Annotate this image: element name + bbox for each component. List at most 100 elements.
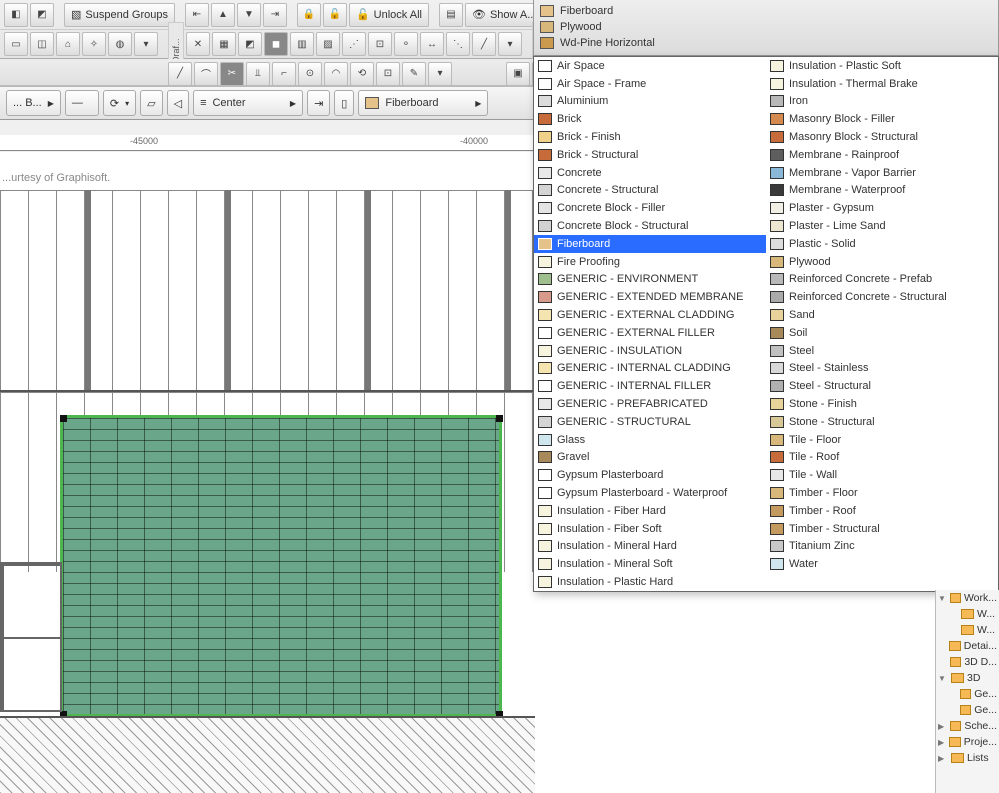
- material-item[interactable]: Insulation - Thermal Brake: [766, 75, 998, 93]
- material-item[interactable]: Iron: [766, 93, 998, 111]
- tool-icon[interactable]: ⚬: [394, 32, 418, 56]
- material-item[interactable]: Masonry Block - Filler: [766, 110, 998, 128]
- material-item[interactable]: GENERIC - INTERNAL CLADDING: [534, 360, 766, 378]
- navigator-item[interactable]: W...: [936, 622, 999, 638]
- tool-icon[interactable]: ▭: [4, 32, 28, 56]
- tool-icon[interactable]: ◼: [264, 32, 288, 56]
- selected-wall[interactable]: [63, 418, 499, 714]
- material-item[interactable]: Titanium Zinc: [766, 538, 998, 556]
- material-item[interactable]: Concrete - Structural: [534, 182, 766, 200]
- chevron-down-icon[interactable]: ▾: [498, 32, 522, 56]
- selection-handle[interactable]: [496, 415, 503, 422]
- material-item[interactable]: GENERIC - EXTERNAL FILLER: [534, 324, 766, 342]
- tool-icon[interactable]: ◠: [324, 62, 348, 86]
- snap-icon[interactable]: ✕: [186, 32, 210, 56]
- material-item[interactable]: Aluminium: [534, 93, 766, 111]
- material-item[interactable]: GENERIC - EXTENDED MEMBRANE: [534, 288, 766, 306]
- material-item[interactable]: Stone - Finish: [766, 395, 998, 413]
- material-item[interactable]: Plaster - Lime Sand: [766, 217, 998, 235]
- tool-icon[interactable]: ▥: [290, 32, 314, 56]
- material-item[interactable]: Gypsum Plasterboard - Waterproof: [534, 484, 766, 502]
- material-item[interactable]: Timber - Floor: [766, 484, 998, 502]
- tool-icon[interactable]: ↔: [420, 32, 444, 56]
- dropper-icon[interactable]: ✎: [402, 62, 426, 86]
- navigator-item[interactable]: W...: [936, 606, 999, 622]
- material-item[interactable]: GENERIC - INSULATION: [534, 342, 766, 360]
- navigator-item[interactable]: ▼3D: [936, 670, 999, 686]
- tool-icon[interactable]: ▨: [316, 32, 340, 56]
- material-dropdown[interactable]: Fiberboard ▶: [358, 90, 488, 116]
- tool-icon[interactable]: ⊡: [368, 32, 392, 56]
- material-item[interactable]: Gypsum Plasterboard: [534, 466, 766, 484]
- tool-icon[interactable]: ◍: [108, 32, 132, 56]
- material-item[interactable]: Fire Proofing: [534, 253, 766, 271]
- layers-icon[interactable]: ▤: [439, 3, 463, 27]
- material-item[interactable]: Tile - Floor: [766, 431, 998, 449]
- tool-icon[interactable]: ╱: [472, 32, 496, 56]
- material-item[interactable]: Glass: [534, 431, 766, 449]
- material-item[interactable]: Sand: [766, 306, 998, 324]
- align-left-icon[interactable]: ⇤: [185, 3, 209, 27]
- lock-icon[interactable]: 🔒: [297, 3, 321, 27]
- tool-icon[interactable]: ╱: [168, 62, 192, 86]
- material-item[interactable]: Concrete Block - Filler: [534, 199, 766, 217]
- material-item[interactable]: Tile - Wall: [766, 466, 998, 484]
- material-recent-item[interactable]: Wd-Pine Horizontal: [540, 35, 992, 51]
- material-item[interactable]: Insulation - Mineral Soft: [534, 555, 766, 573]
- rotate-tool[interactable]: ⟳ ▾: [103, 90, 136, 116]
- tool-icon[interactable]: ✂: [220, 62, 244, 86]
- tool-icon[interactable]: ⊙: [298, 62, 322, 86]
- align-dropdown[interactable]: ≡ Center ▶: [193, 90, 303, 116]
- material-item[interactable]: Air Space - Frame: [534, 75, 766, 93]
- material-item[interactable]: GENERIC - INTERNAL FILLER: [534, 377, 766, 395]
- selection-handle[interactable]: [60, 415, 67, 422]
- tool-icon[interactable]: ◩: [238, 32, 262, 56]
- tool-icon[interactable]: ◫: [30, 32, 54, 56]
- align-up-icon[interactable]: ▲: [211, 3, 235, 27]
- material-item[interactable]: Water: [766, 555, 998, 573]
- tool-icon[interactable]: ⊡: [376, 62, 400, 86]
- material-recent-item[interactable]: Fiberboard: [540, 3, 992, 19]
- tool-btn[interactable]: ▱: [140, 90, 162, 116]
- material-item[interactable]: Timber - Roof: [766, 502, 998, 520]
- material-item[interactable]: Brick - Structural: [534, 146, 766, 164]
- material-item[interactable]: GENERIC - EXTERNAL CLADDING: [534, 306, 766, 324]
- material-item[interactable]: Membrane - Rainproof: [766, 146, 998, 164]
- material-item[interactable]: Plaster - Gypsum: [766, 199, 998, 217]
- layer-dropdown[interactable]: ... B... ▶: [6, 90, 61, 116]
- tool-icon[interactable]: ⌐: [272, 62, 296, 86]
- material-item[interactable]: Masonry Block - Structural: [766, 128, 998, 146]
- material-item[interactable]: Fiberboard: [534, 235, 766, 253]
- material-item[interactable]: Insulation - Plastic Soft: [766, 57, 998, 75]
- navigator-item[interactable]: ▶Proje...: [936, 734, 999, 750]
- chevron-down-icon[interactable]: ▾: [134, 32, 158, 56]
- grid-icon[interactable]: ▦: [212, 32, 236, 56]
- tool-icon[interactable]: ⋰: [342, 32, 366, 56]
- material-item[interactable]: Insulation - Plastic Hard: [534, 573, 766, 591]
- tool-icon[interactable]: ✧: [82, 32, 106, 56]
- chevron-down-icon[interactable]: ▾: [428, 62, 452, 86]
- tool-icon[interactable]: ⫫: [246, 62, 270, 86]
- tool-icon[interactable]: ⋱: [446, 32, 470, 56]
- material-item[interactable]: Concrete Block - Structural: [534, 217, 766, 235]
- tool-icon[interactable]: ◧: [4, 3, 28, 27]
- material-item[interactable]: Brick: [534, 110, 766, 128]
- navigator-item[interactable]: ▶Sche...: [936, 718, 999, 734]
- align-down-icon[interactable]: ▼: [237, 3, 261, 27]
- tool-icon[interactable]: ▣: [506, 62, 530, 86]
- material-item[interactable]: Plywood: [766, 253, 998, 271]
- navigator-item[interactable]: ▼Work...: [936, 590, 999, 606]
- tool-icon[interactable]: ⟲: [350, 62, 374, 86]
- material-item[interactable]: GENERIC - STRUCTURAL: [534, 413, 766, 431]
- material-item[interactable]: Steel - Structural: [766, 377, 998, 395]
- material-item[interactable]: Insulation - Mineral Hard: [534, 538, 766, 556]
- material-item[interactable]: Insulation - Fiber Soft: [534, 520, 766, 538]
- suspend-groups-button[interactable]: ▧ Suspend Groups: [64, 3, 175, 27]
- material-recent-item[interactable]: Plywood: [540, 19, 992, 35]
- material-item[interactable]: Membrane - Vapor Barrier: [766, 164, 998, 182]
- tool-btn[interactable]: ⇥: [307, 90, 330, 116]
- material-item[interactable]: Brick - Finish: [534, 128, 766, 146]
- navigator-item[interactable]: Detai...: [936, 638, 999, 654]
- material-item[interactable]: Air Space: [534, 57, 766, 75]
- unlock-all-button[interactable]: 🔓 Unlock All: [349, 3, 429, 27]
